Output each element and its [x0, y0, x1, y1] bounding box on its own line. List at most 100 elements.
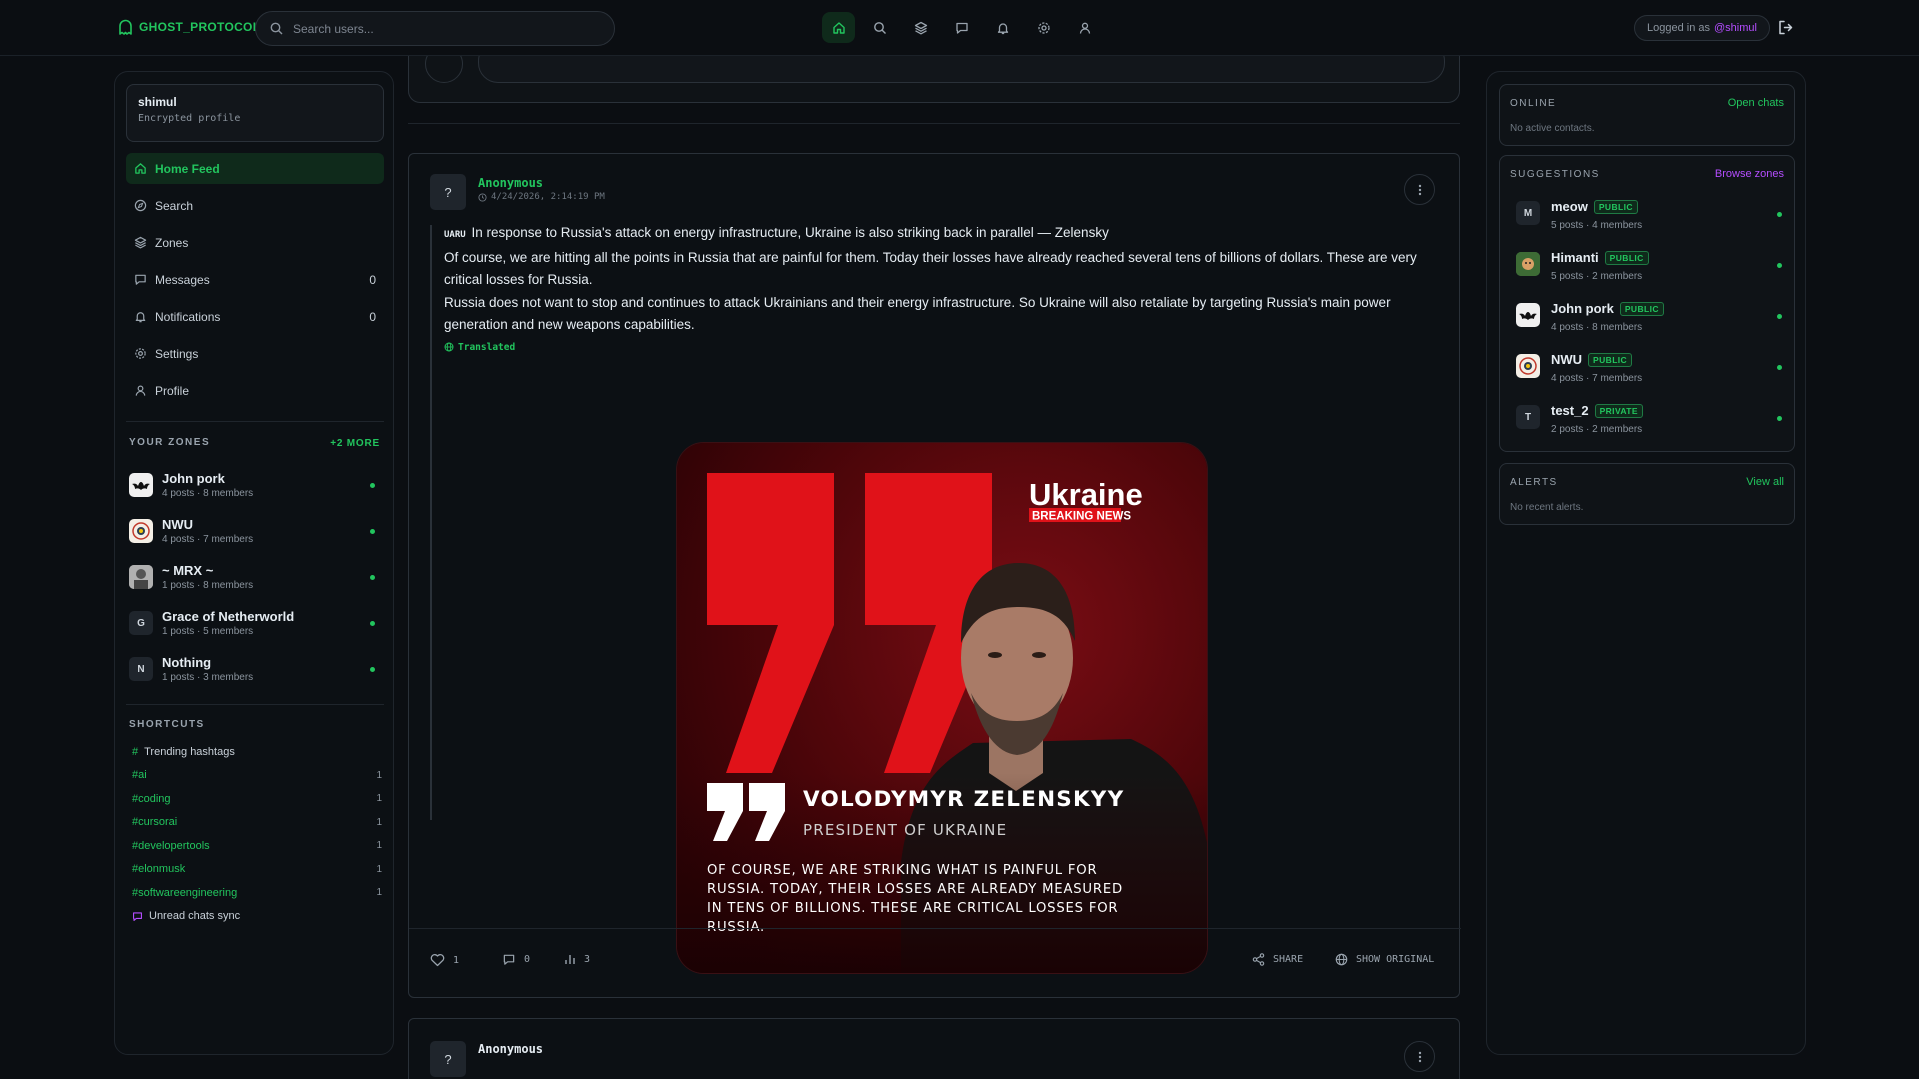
search-box[interactable]: [255, 11, 615, 46]
suggestions-card: SUGGESTIONS Browse zones M meow PUBLIC 5 …: [1499, 155, 1795, 452]
sidebar-item-messages[interactable]: Messages 0: [126, 264, 384, 295]
clock-icon: [478, 192, 487, 202]
top-nav-home[interactable]: [822, 12, 855, 43]
sidebar-item-label: Settings: [155, 346, 199, 361]
status-dot: [1777, 365, 1782, 370]
top-nav-search[interactable]: [863, 12, 896, 43]
hashtag-item[interactable]: #cursorai 1: [132, 811, 382, 835]
hashtag-item[interactable]: #softwareengineering 1: [132, 881, 382, 905]
zone-item-john-pork[interactable]: John pork 4 posts · 8 members: [129, 462, 383, 508]
suggestion-item-nwu[interactable]: NWU PUBLIC 4 posts · 7 members: [1516, 347, 1786, 391]
visibility-badge: PUBLIC: [1588, 352, 1633, 367]
sidebar-item-label: Profile: [155, 383, 190, 398]
zone-name: NWU: [162, 517, 194, 532]
hashtag-item[interactable]: #elonmusk 1: [132, 858, 382, 882]
translated-indicator: Translated: [444, 342, 1440, 353]
hashtag-item[interactable]: #developertools 1: [132, 834, 382, 858]
suggestion-item-test-2[interactable]: T test_2 PRIVATE 2 posts · 2 members: [1516, 398, 1786, 442]
comment-button[interactable]: 0: [502, 953, 530, 966]
hashtag-item[interactable]: #ai 1: [132, 764, 382, 788]
divider: [126, 421, 384, 422]
session-indicator: Logged in as @shimul: [1634, 15, 1770, 41]
logout-button[interactable]: [1777, 19, 1794, 36]
main-feed: ? Anonymous 4/24/2026, 2:14:19 PM UARU I…: [408, 56, 1464, 1079]
suggestion-item-john-pork[interactable]: John pork PUBLIC 4 posts · 8 members: [1516, 296, 1786, 340]
post-image[interactable]: Ukraine BREAKING NEWS VOLODYMYR ZELENSKY…: [676, 442, 1208, 974]
sidebar-item-search[interactable]: Search: [126, 190, 384, 221]
online-empty: No active contacts.: [1510, 123, 1595, 134]
image-brand-top: Ukraine: [1029, 477, 1143, 512]
sidebar-item-notifications[interactable]: Notifications 0: [126, 301, 384, 332]
translated-label: Translated: [458, 341, 516, 353]
sidebar-item-zones[interactable]: Zones: [126, 227, 384, 258]
sidebar-item-home-feed[interactable]: Home Feed: [126, 153, 384, 184]
zone-item-grace-of-netherworld[interactable]: G Grace of Netherworld 1 posts · 5 membe…: [129, 600, 383, 646]
zone-meta: 1 posts · 3 members: [162, 672, 254, 683]
search-input[interactable]: [293, 21, 593, 36]
image-role: PRESIDENT OF UKRAINE: [803, 821, 1007, 839]
logout-icon: [1777, 19, 1794, 36]
browse-zones-link[interactable]: Browse zones: [1715, 168, 1784, 180]
zone-meta: 4 posts · 8 members: [162, 488, 254, 499]
post-avatar[interactable]: ?: [430, 174, 466, 210]
hashtag-count: 1: [376, 816, 382, 828]
sidebar-item-settings[interactable]: Settings: [126, 338, 384, 369]
top-nav-messages[interactable]: [945, 12, 978, 43]
zone-item-mrx[interactable]: ~ MRX ~ 1 posts · 8 members: [129, 554, 383, 600]
alerts-empty: No recent alerts.: [1510, 502, 1584, 513]
zone-avatar: [129, 565, 153, 589]
top-nav-profile[interactable]: [1068, 12, 1101, 43]
post-menu-button[interactable]: [1404, 174, 1435, 205]
alerts-heading: ALERTS: [1510, 477, 1558, 488]
post-avatar[interactable]: ?: [430, 1041, 466, 1077]
like-button[interactable]: 1: [430, 953, 459, 967]
right-sidebar: ONLINE Open chats No active contacts. SU…: [1486, 71, 1806, 1055]
open-chats-link[interactable]: Open chats: [1728, 97, 1784, 109]
zone-item-nothing[interactable]: N Nothing 1 posts · 3 members: [129, 646, 383, 692]
status-dot: [370, 575, 375, 580]
share-label: SHARE: [1273, 954, 1304, 965]
suggestion-item-himanti[interactable]: Himanti PUBLIC 5 posts · 2 members: [1516, 245, 1786, 289]
zone-avatar: T: [1516, 405, 1540, 429]
zone-meta: 4 posts · 8 members: [1551, 322, 1643, 333]
session-handle[interactable]: @shimul: [1714, 22, 1757, 34]
profile-card[interactable]: shimul Encrypted profile: [126, 84, 384, 142]
zones-more-link[interactable]: +2 MORE: [330, 438, 380, 449]
notifications-count: 0: [369, 309, 376, 324]
zone-meta: 2 posts · 2 members: [1551, 424, 1643, 435]
top-nav-zones[interactable]: [904, 12, 937, 43]
sidebar-item-label: Zones: [155, 235, 189, 250]
suggestion-item-meow[interactable]: M meow PUBLIC 5 posts · 4 members: [1516, 194, 1786, 238]
unread-chats-sync[interactable]: Unread chats sync: [132, 905, 382, 929]
top-nav-settings[interactable]: [1027, 12, 1060, 43]
sidebar-item-label: Messages: [155, 272, 210, 287]
share-button[interactable]: SHARE: [1252, 953, 1303, 966]
trending-hashtags-link[interactable]: # Trending hashtags: [132, 740, 382, 764]
show-original-button[interactable]: SHOW ORIGINAL: [1335, 953, 1434, 966]
status-dot: [1777, 212, 1782, 217]
hashtag-label: #elonmusk: [132, 863, 186, 876]
zone-name: NWU: [1551, 352, 1583, 367]
hashtag-item[interactable]: #coding 1: [132, 787, 382, 811]
chat-icon: [132, 911, 143, 922]
sidebar-item-profile[interactable]: Profile: [126, 375, 384, 406]
post-card: ? Anonymous 4/24/2026, 2:14:19 PM UARU I…: [408, 153, 1461, 998]
online-card: ONLINE Open chats No active contacts.: [1499, 84, 1795, 146]
zone-name: meow: [1551, 199, 1588, 214]
visibility-badge: PRIVATE: [1594, 403, 1643, 418]
sidebar-nav: Home Feed Search Zones Messages 0 Notifi…: [126, 153, 384, 412]
zone-meta: 5 posts · 4 members: [1551, 220, 1643, 231]
top-nav-notifications[interactable]: [986, 12, 1019, 43]
image-quote-3: IN TENS OF BILLIONS. THESE ARE CRITICAL …: [707, 901, 1118, 916]
post-author[interactable]: Anonymous: [478, 1042, 543, 1056]
view-all-alerts-link[interactable]: View all: [1746, 476, 1784, 488]
visibility-badge: PUBLIC: [1593, 199, 1638, 214]
brand-logo[interactable]: GHOST_PROTOCOL: [118, 19, 260, 35]
composer-input[interactable]: [478, 56, 1445, 83]
zone-item-nwu[interactable]: NWU 4 posts · 7 members: [129, 508, 383, 554]
left-sidebar: shimul Encrypted profile Home Feed Searc…: [114, 71, 394, 1055]
post-menu-button[interactable]: [1404, 1041, 1435, 1072]
post-author[interactable]: Anonymous: [478, 176, 543, 190]
message-icon: [134, 273, 147, 286]
your-zones-heading: YOUR ZONES: [129, 437, 211, 448]
